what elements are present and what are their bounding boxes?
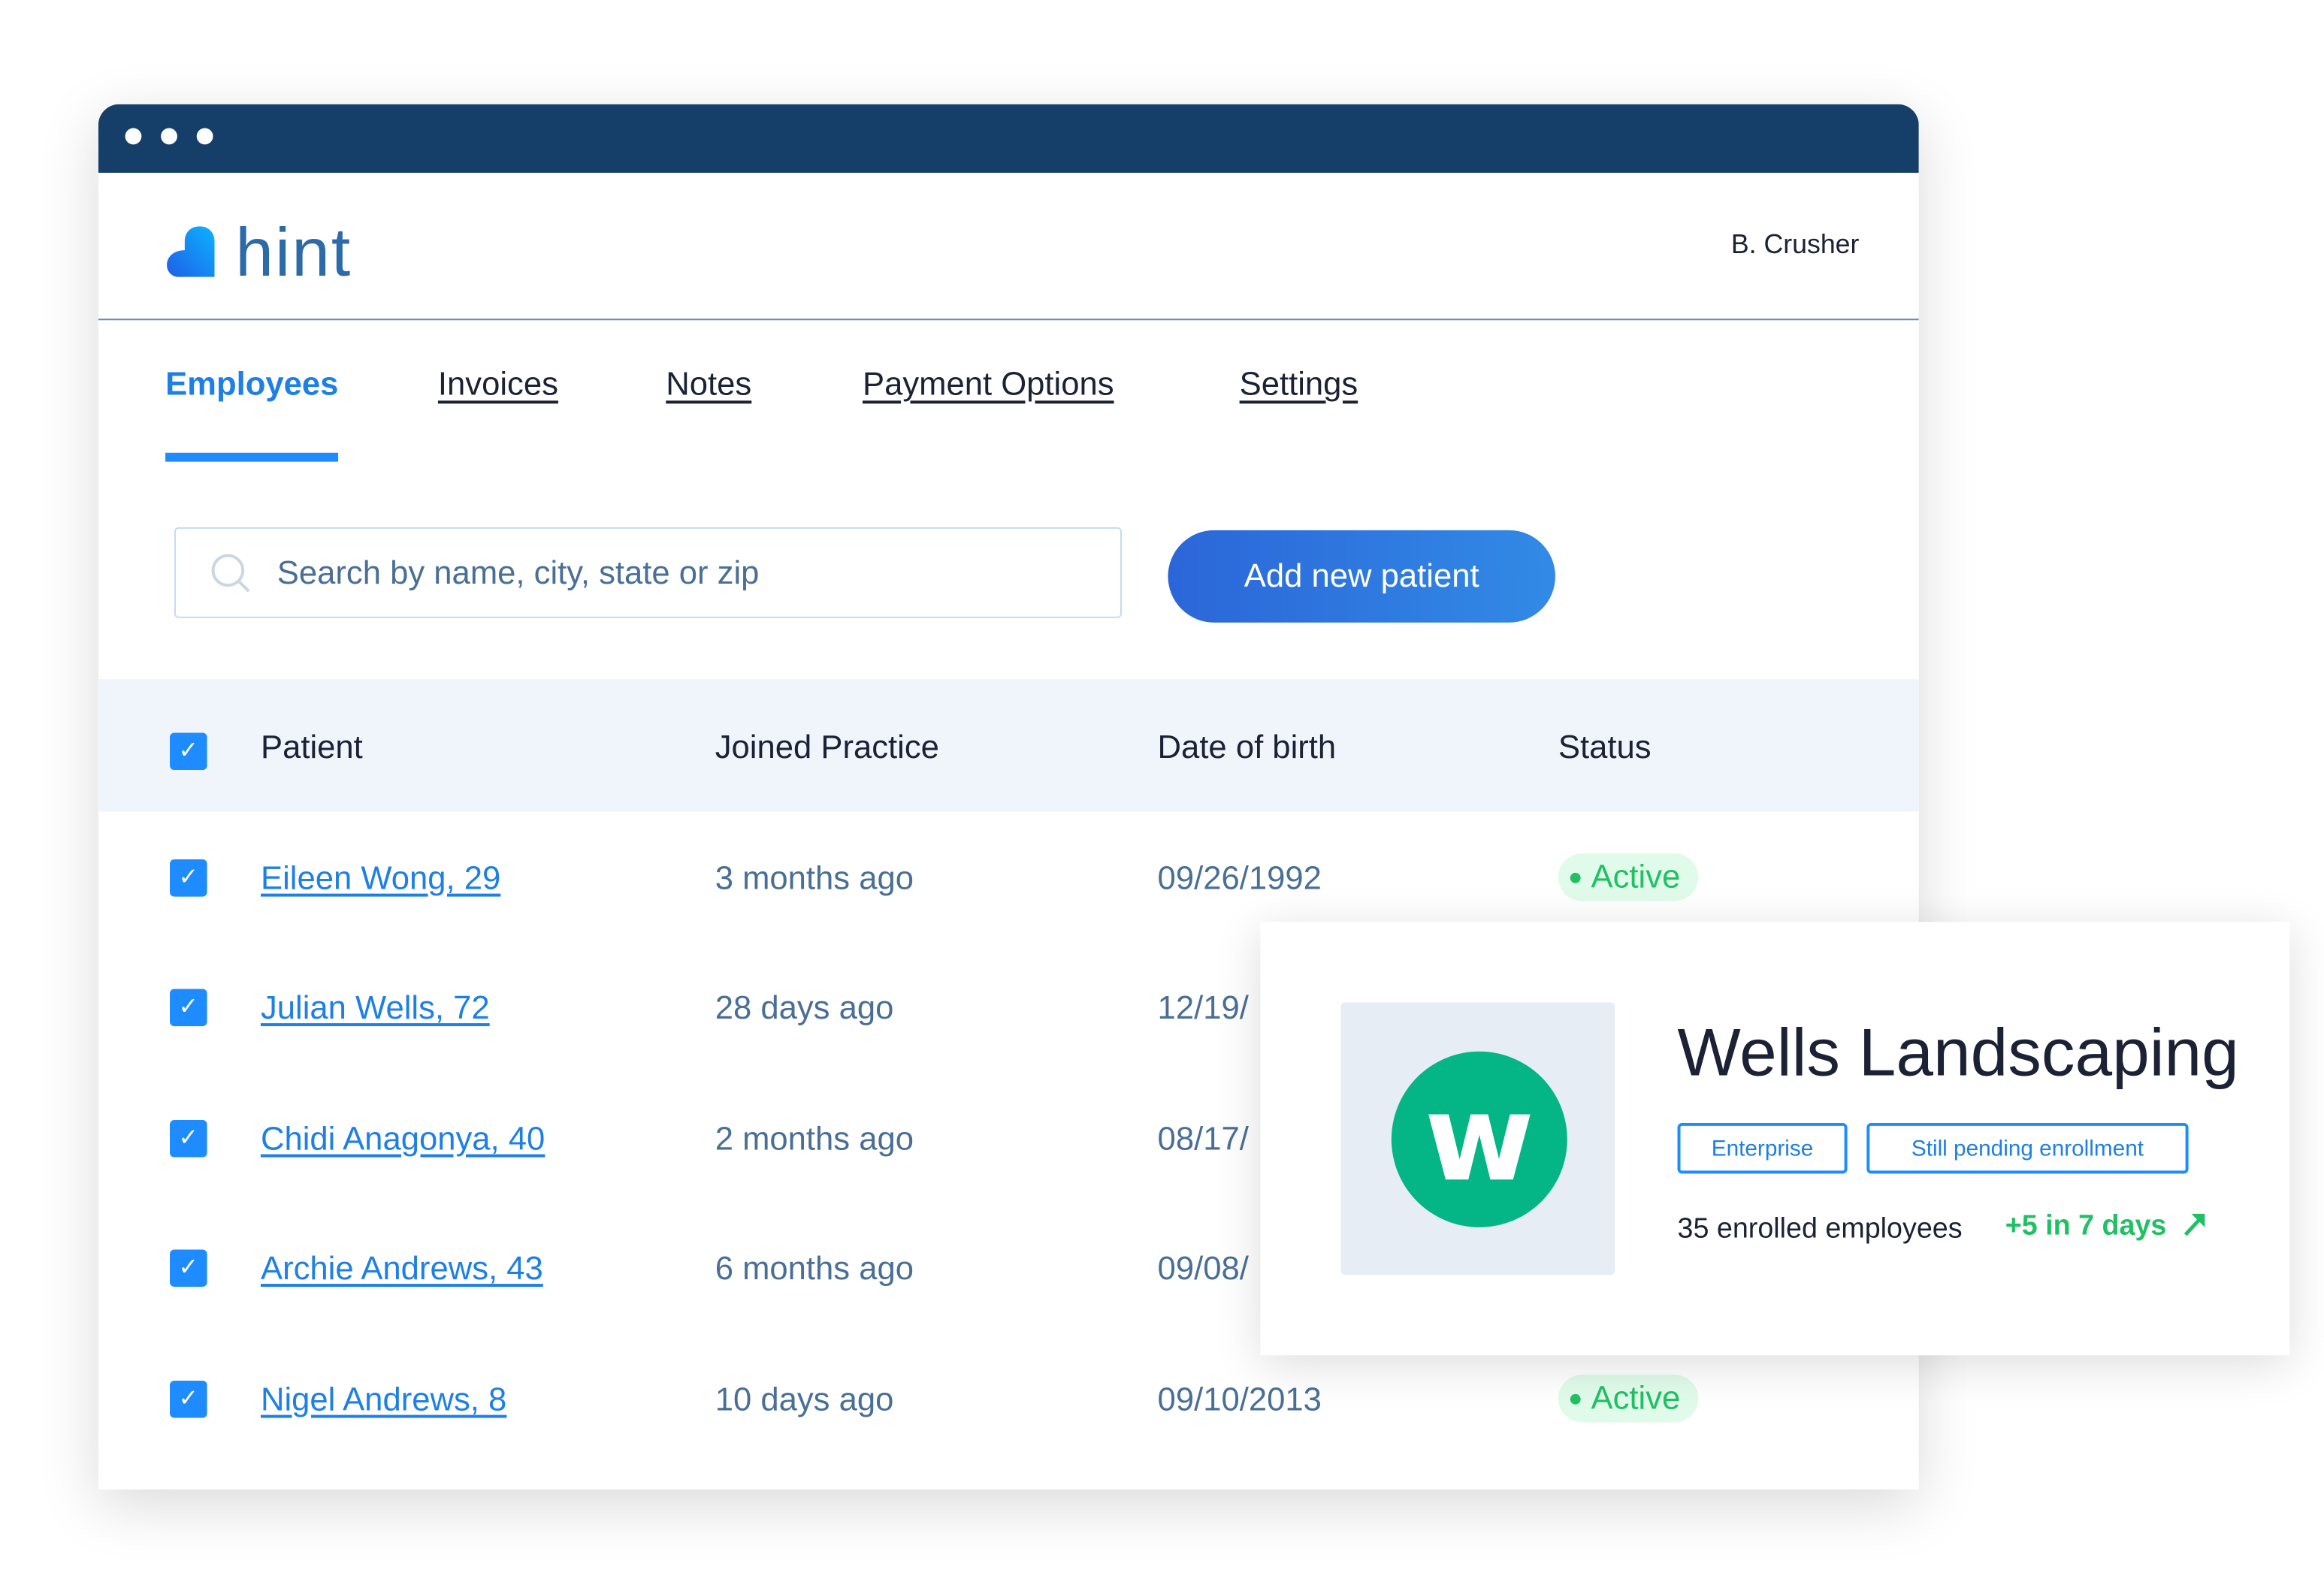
patient-name-link[interactable]: Nigel Andrews, 8 [261,1381,506,1420]
joined-practice: 3 months ago [715,859,914,897]
column-header-patient[interactable]: Patient [261,729,363,768]
add-new-patient-button[interactable]: Add new patient [1168,530,1555,623]
title-bar [98,104,1919,173]
row-checkbox[interactable]: ✓ [170,989,207,1027]
window-dot [161,128,177,145]
joined-practice: 10 days ago [715,1380,894,1418]
select-all-checkbox[interactable]: ✓ [170,732,207,771]
company-logo-box: w [1340,1002,1615,1276]
window-dot [125,128,142,145]
status-text: Active [1591,858,1681,895]
logo[interactable]: hint [167,213,352,291]
company-name: Wells Landscaping [1677,1014,2239,1091]
patient-name-link[interactable]: Archie Andrews, 43 [261,1249,543,1288]
hint-logo-icon [167,226,215,277]
tab-notes[interactable]: Notes [666,365,751,404]
search-icon [211,553,250,592]
date-of-birth: 09/08/ [1157,1249,1249,1288]
joined-practice: 28 days ago [715,989,894,1027]
company-card: w Wells Landscaping Enterprise Still pen… [1260,922,2290,1356]
row-checkbox[interactable]: ✓ [170,1119,207,1158]
column-header-joined[interactable]: Joined Practice [715,729,939,768]
row-checkbox[interactable]: ✓ [170,1249,207,1288]
tab-settings[interactable]: Settings [1240,365,1358,404]
column-header-dob[interactable]: Date of birth [1158,729,1337,768]
user-name[interactable]: B. Crusher [1731,229,1860,261]
status-badge: Active [1558,853,1699,901]
growth-text: +5 in 7 days [2005,1210,2167,1242]
enrolled-count: 35 enrolled employees [1677,1213,1963,1245]
date-of-birth: 09/26/1992 [1157,859,1322,897]
search-box[interactable] [174,527,1122,618]
table-header: ✓ Patient Joined Practice Date of birth … [98,679,1919,812]
patient-name-link[interactable]: Julian Wells, 72 [261,989,490,1028]
patient-name-link[interactable]: Chidi Anagonya, 40 [261,1120,545,1159]
status-badge: Active [1558,1375,1699,1423]
active-tab-indicator [165,452,339,462]
window-dot [196,128,213,145]
row-checkbox[interactable]: ✓ [170,1380,207,1418]
status-dot-icon [1570,1393,1581,1404]
status-text: Active [1591,1378,1681,1417]
column-header-status[interactable]: Status [1558,729,1652,768]
tab-invoices[interactable]: Invoices [438,365,558,404]
joined-practice: 6 months ago [715,1249,914,1288]
date-of-birth: 08/17/ [1157,1119,1249,1158]
logo-text: hint [235,213,352,291]
tag-pending-enrollment[interactable]: Still pending enrollment [1866,1122,2189,1174]
tab-payment-options[interactable]: Payment Options [863,365,1114,404]
growth-indicator: +5 in 7 days [2005,1211,2208,1244]
company-logo: w [1391,1051,1567,1227]
tab-employees[interactable]: Employees [165,365,338,404]
joined-practice: 2 months ago [715,1119,914,1158]
date-of-birth: 12/19/ [1157,989,1249,1027]
app-header: hint B. Crusher [98,173,1919,321]
arrow-up-right-icon [2183,1213,2205,1236]
date-of-birth: 09/10/2013 [1157,1380,1322,1418]
status-dot-icon [1570,871,1581,883]
tag-enterprise[interactable]: Enterprise [1677,1122,1848,1174]
search-input[interactable] [274,551,1055,594]
patient-name-link[interactable]: Eileen Wong, 29 [261,859,500,898]
row-checkbox[interactable]: ✓ [170,859,207,897]
